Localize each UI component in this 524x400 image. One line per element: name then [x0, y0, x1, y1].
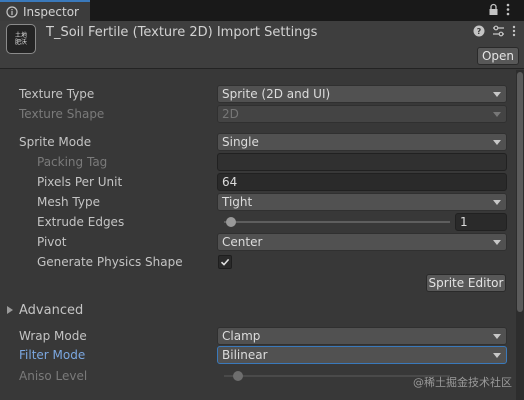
page-title: T_Soil Fertile (Texture 2D) Import Setti…	[46, 25, 318, 40]
mesh-type-dropdown[interactable]: Tight	[217, 193, 507, 211]
pixels-per-unit-row: Pixels Per Unit 64	[0, 172, 516, 192]
checkmark-icon	[220, 258, 230, 266]
extrude-edges-label: Extrude Edges	[37, 215, 125, 229]
filter-mode-dropdown[interactable]: Bilinear	[217, 346, 507, 364]
aniso-level-label: Aniso Level	[19, 369, 88, 383]
packing-tag-field	[217, 153, 507, 171]
filter-mode-label: Filter Mode	[19, 348, 86, 362]
filter-mode-row: Filter Mode Bilinear	[0, 345, 516, 365]
chevron-down-icon	[493, 353, 501, 358]
extrude-edges-slider-thumb[interactable]	[225, 217, 236, 227]
vertical-scrollbar[interactable]	[516, 70, 524, 400]
chevron-down-icon	[493, 92, 501, 97]
help-icon[interactable]: ?	[473, 25, 485, 40]
asset-icon-text-1: 土地	[14, 32, 27, 39]
wrap-mode-dropdown[interactable]: Clamp	[217, 327, 507, 345]
generate-physics-shape-checkbox[interactable]	[218, 255, 232, 269]
mesh-type-row: Mesh Type Tight	[0, 192, 516, 212]
texture-shape-label: Texture Shape	[19, 107, 105, 121]
chevron-right-icon[interactable]	[7, 306, 13, 314]
chevron-down-icon	[493, 112, 501, 117]
pivot-label: Pivot	[37, 235, 67, 249]
inspector-body: Texture Type Sprite (2D and UI) Texture …	[0, 70, 516, 400]
pixels-per-unit-field[interactable]: 64	[217, 173, 507, 191]
texture-type-row: Texture Type Sprite (2D and UI)	[0, 84, 516, 104]
watermark: @稀土掘金技术社区	[413, 376, 512, 389]
svg-text:?: ?	[477, 27, 482, 36]
texture-shape-value: 2D	[222, 107, 239, 121]
open-button[interactable]: Open	[477, 47, 519, 65]
pivot-row: Pivot Center	[0, 232, 516, 252]
advanced-foldout[interactable]: Advanced	[0, 300, 516, 320]
more-options-icon[interactable]	[512, 25, 516, 40]
lock-icon[interactable]	[488, 3, 499, 19]
tab-bar: Inspector	[0, 0, 524, 21]
sprite-mode-label: Sprite Mode	[19, 135, 92, 149]
chevron-down-icon	[493, 140, 501, 145]
wrap-mode-label: Wrap Mode	[19, 329, 87, 343]
texture-shape-row: Texture Shape 2D	[0, 104, 516, 124]
mesh-type-value: Tight	[222, 195, 253, 209]
preset-settings-icon[interactable]	[492, 25, 505, 40]
chevron-down-icon	[493, 240, 501, 245]
info-icon	[6, 5, 18, 18]
chevron-down-icon	[493, 334, 501, 339]
extrude-edges-slider-track[interactable]	[224, 221, 450, 223]
wrap-mode-row: Wrap Mode Clamp	[0, 326, 516, 346]
packing-tag-row: Packing Tag	[0, 152, 516, 172]
tab-inspector[interactable]: Inspector	[0, 0, 90, 21]
asset-icon-text-2: 肥沃	[14, 39, 27, 46]
generate-physics-shape-label: Generate Physics Shape	[37, 255, 183, 269]
texture-asset-icon: 土地 肥沃	[6, 24, 36, 54]
tab-label: Inspector	[23, 4, 79, 19]
generate-physics-shape-row: Generate Physics Shape	[0, 252, 516, 272]
wrap-mode-value: Clamp	[222, 329, 261, 343]
sprite-editor-button[interactable]: Sprite Editor	[426, 274, 506, 292]
mesh-type-label: Mesh Type	[37, 195, 100, 209]
aniso-level-slider-thumb	[232, 371, 243, 381]
texture-type-label: Texture Type	[19, 87, 95, 101]
filter-mode-value: Bilinear	[222, 348, 268, 362]
pivot-dropdown[interactable]: Center	[217, 233, 507, 251]
import-settings-header: 土地 肥沃 T_Soil Fertile (Texture 2D) Import…	[0, 21, 524, 69]
texture-shape-dropdown: 2D	[217, 105, 507, 123]
pixels-per-unit-label: Pixels Per Unit	[37, 175, 123, 189]
extrude-edges-field[interactable]: 1	[455, 213, 507, 231]
sprite-mode-row: Sprite Mode Single	[0, 132, 516, 152]
scrollbar-thumb[interactable]	[517, 72, 523, 312]
sprite-mode-dropdown[interactable]: Single	[217, 133, 507, 151]
texture-type-dropdown[interactable]: Sprite (2D and UI)	[217, 85, 507, 103]
sprite-mode-value: Single	[222, 135, 259, 149]
extrude-edges-row: Extrude Edges 1	[0, 212, 516, 232]
chevron-down-icon	[493, 200, 501, 205]
sprite-editor-row: Sprite Editor	[0, 273, 516, 293]
advanced-label[interactable]: Advanced	[19, 303, 83, 318]
texture-type-value: Sprite (2D and UI)	[222, 87, 331, 101]
pivot-value: Center	[222, 235, 263, 249]
packing-tag-label: Packing Tag	[37, 155, 108, 169]
kebab-menu-icon[interactable]	[506, 3, 510, 19]
